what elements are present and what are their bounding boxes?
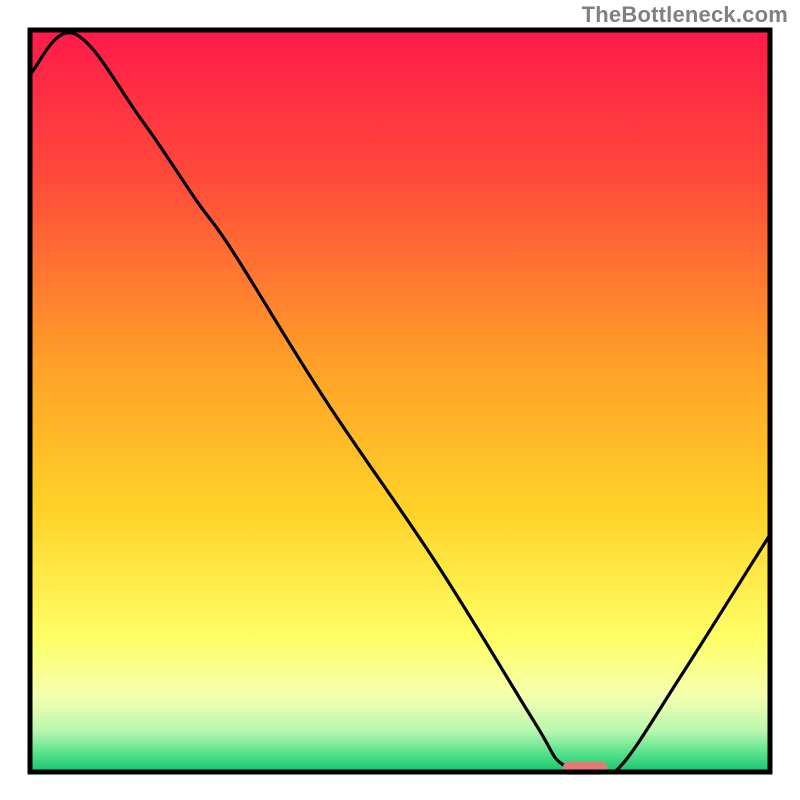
chart-container: TheBottleneck.com bbox=[0, 0, 800, 800]
attribution-label: TheBottleneck.com bbox=[582, 2, 788, 28]
plot-background bbox=[30, 30, 770, 772]
bottleneck-chart bbox=[0, 0, 800, 800]
